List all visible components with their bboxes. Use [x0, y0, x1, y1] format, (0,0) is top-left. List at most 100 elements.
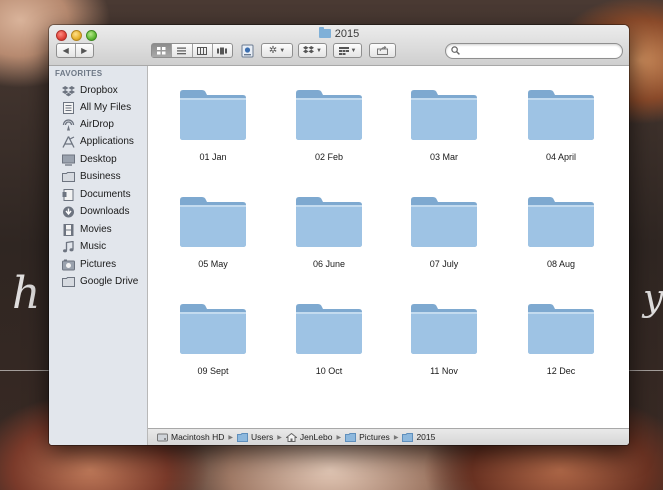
applications-icon [61, 135, 75, 148]
sidebar-item-label: Pictures [80, 259, 117, 270]
sidebar-item-dropbox[interactable]: Dropbox [49, 82, 148, 99]
sidebar-item-airdrop[interactable]: AirDrop [49, 116, 148, 133]
list-view-button[interactable] [171, 44, 191, 57]
folder-icon [296, 197, 362, 247]
folder-item-06-june[interactable]: 06 June [279, 178, 379, 269]
arrange-menu-button[interactable]: ▼ [333, 43, 362, 58]
finder-window: 2015 ◀ ▶ ✲ ▼ ▼ ▼ FAVORITES Dropbox All M… [49, 25, 629, 445]
folder-label: 10 Oct [315, 366, 343, 376]
path-crumb-label: Pictures [359, 432, 390, 442]
column-view-button[interactable] [191, 44, 212, 57]
coverflow-icon [217, 47, 228, 54]
sidebar-item-pictures[interactable]: Pictures [49, 256, 148, 273]
sidebar-item-label: Dropbox [80, 85, 118, 96]
search-icon [451, 46, 460, 55]
path-crumb-users[interactable]: Users [237, 432, 273, 442]
path-bar: Macintosh HD ▶ Users ▶ JenLebo ▶ Picture… [148, 428, 629, 445]
folder-item-09-sept[interactable]: 09 Sept [163, 285, 263, 376]
back-button[interactable]: ◀ [57, 44, 75, 57]
folder-icon [180, 90, 246, 140]
home-icon [285, 432, 297, 442]
action-menu-button[interactable]: ✲ ▼ [261, 43, 293, 58]
sidebar-item-label: AirDrop [80, 119, 114, 130]
preview-button[interactable] [240, 43, 255, 58]
folder-icon [61, 276, 75, 288]
window-title: 2015 [49, 27, 629, 41]
folder-item-03-mar[interactable]: 03 Mar [394, 71, 494, 162]
folder-label: 04 April [545, 152, 577, 162]
coverflow-view-button[interactable] [211, 44, 232, 57]
downloads-icon [61, 206, 75, 218]
sidebar-item-google-drive[interactable]: Google Drive [49, 273, 148, 290]
path-crumb-pictures[interactable]: Pictures [345, 432, 390, 442]
list-lines-icon [177, 47, 187, 54]
sidebar-item-downloads[interactable]: Downloads [49, 203, 148, 220]
folder-label: 06 June [312, 259, 346, 269]
folder-icon [296, 90, 362, 140]
folder-item-12-dec[interactable]: 12 Dec [511, 285, 611, 376]
folder-item-11-nov[interactable]: 11 Nov [394, 285, 494, 376]
folder-grid: 01 Jan 02 Feb 03 Mar 04 April 05 May 06 … [148, 66, 629, 428]
search-input[interactable] [462, 45, 617, 57]
folder-item-05-may[interactable]: 05 May [163, 178, 263, 269]
path-separator-icon: ▶ [336, 434, 342, 441]
folder-icon [61, 171, 75, 183]
icon-view-button[interactable] [152, 44, 172, 57]
hard-drive-icon [157, 433, 168, 441]
folder-icon [345, 432, 357, 442]
folder-label: 12 Dec [546, 366, 576, 376]
folder-icon [402, 432, 414, 442]
sidebar-item-desktop[interactable]: Desktop [49, 151, 148, 168]
movies-icon [61, 223, 75, 236]
folder-icon [411, 197, 477, 247]
sidebar-item-movies[interactable]: Movies [49, 221, 148, 238]
sidebar-item-business[interactable]: Business [49, 168, 148, 185]
folder-item-10-oct[interactable]: 10 Oct [279, 285, 379, 376]
folder-icon [528, 197, 594, 247]
folder-item-02-feb[interactable]: 02 Feb [279, 71, 379, 162]
dropbox-icon [303, 46, 315, 54]
folder-icon [318, 27, 331, 38]
folder-label: 05 May [198, 259, 228, 269]
folder-item-04-april[interactable]: 04 April [511, 71, 611, 162]
sidebar-item-music[interactable]: Music [49, 238, 148, 255]
sidebar-item-label: Google Drive [80, 276, 139, 287]
sidebar-item-applications[interactable]: Applications [49, 133, 148, 150]
wallpaper-script-right: y [643, 278, 663, 319]
share-icon [377, 46, 388, 55]
search-field[interactable] [445, 43, 623, 59]
back-arrow-icon: ◀ [62, 45, 69, 55]
path-crumb-2015[interactable]: 2015 [402, 432, 435, 442]
folder-label: 03 Mar [429, 152, 458, 162]
all-my-files-icon [61, 101, 75, 114]
window-title-text: 2015 [334, 28, 360, 40]
folder-item-01-jan[interactable]: 01 Jan [163, 71, 263, 162]
chevron-down-icon: ▼ [350, 47, 357, 54]
folder-icon [411, 90, 477, 140]
folder-item-07-july[interactable]: 07 July [394, 178, 494, 269]
title-bar: 2015 ◀ ▶ ✲ ▼ ▼ ▼ [49, 25, 629, 66]
folder-label: 07 July [429, 259, 459, 269]
sidebar: FAVORITES Dropbox All My Files AirDrop A… [49, 66, 148, 445]
path-crumb-macintosh-hd[interactable]: Macintosh HD [157, 432, 224, 442]
dropbox-menu-button[interactable]: ▼ [298, 43, 327, 58]
sidebar-item-all-my-files[interactable]: All My Files [49, 99, 148, 116]
sidebar-item-label: Documents [80, 189, 131, 200]
folder-item-08-aug[interactable]: 08 Aug [511, 178, 611, 269]
airdrop-icon [61, 118, 75, 131]
columns-icon [197, 46, 208, 55]
sidebar-item-documents[interactable]: Documents [49, 186, 148, 203]
chevron-down-icon: ▼ [279, 47, 286, 54]
sidebar-item-label: Movies [80, 224, 112, 235]
pictures-icon [61, 259, 75, 271]
forward-button[interactable]: ▶ [74, 44, 94, 57]
path-crumb-jenlebo[interactable]: JenLebo [285, 432, 332, 442]
icon-grid-icon [157, 46, 166, 54]
folder-label: 02 Feb [314, 152, 344, 162]
path-separator-icon: ▶ [393, 434, 399, 441]
sidebar-item-label: Desktop [80, 154, 117, 165]
arrange-grid-icon [338, 46, 349, 55]
folder-icon [528, 304, 594, 354]
share-button[interactable] [369, 43, 396, 58]
documents-icon [61, 188, 75, 201]
